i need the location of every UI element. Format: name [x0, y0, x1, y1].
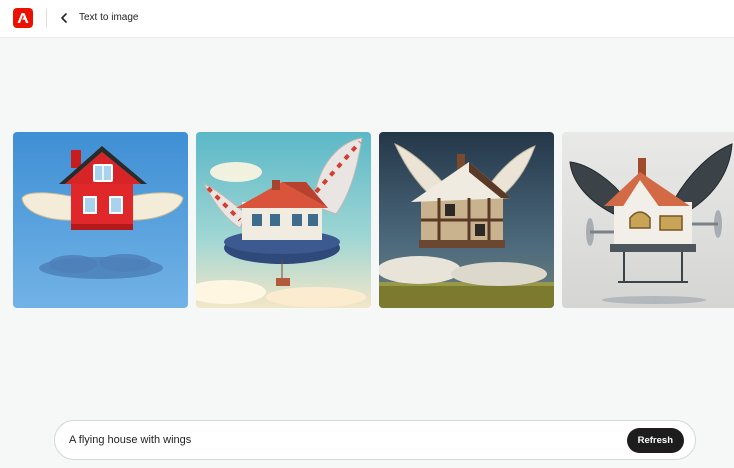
generated-image-1[interactable] — [13, 132, 188, 308]
red-house-with-wings-image — [13, 132, 188, 308]
tudor-house-with-wings-image — [379, 132, 554, 308]
house-with-propellers-and-dark-wings-image — [562, 132, 734, 308]
back-button[interactable] — [56, 10, 72, 26]
prompt-input[interactable] — [69, 430, 609, 450]
chevron-left-icon — [61, 13, 67, 23]
adobe-firefly-logo-icon[interactable] — [13, 8, 33, 28]
house-on-blimp-with-wings-image — [196, 132, 371, 308]
header-divider — [46, 9, 47, 27]
generated-image-4[interactable] — [562, 132, 734, 308]
generated-image-2[interactable] — [196, 132, 371, 308]
page-title: Text to image — [79, 12, 139, 23]
top-bar: Text to image — [0, 0, 734, 38]
refresh-button[interactable]: Refresh — [626, 428, 684, 453]
prompt-bar: Refresh — [54, 420, 696, 460]
image-gallery — [13, 132, 734, 308]
generated-image-3[interactable] — [379, 132, 554, 308]
